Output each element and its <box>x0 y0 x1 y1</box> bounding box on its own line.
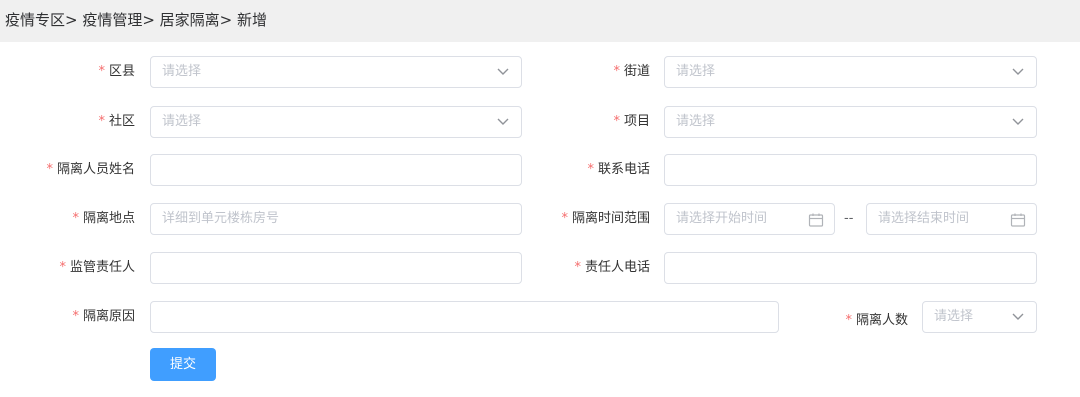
chevron-down-icon <box>1012 313 1024 321</box>
location-label-text: 隔离地点 <box>82 211 135 226</box>
chevron-down-icon <box>497 68 509 76</box>
required-mark: * <box>561 211 568 226</box>
reason-label-text: 隔离原因 <box>82 309 135 324</box>
project-select[interactable]: 请选择 <box>664 106 1037 138</box>
district-label-text: 区县 <box>108 64 135 79</box>
time-range-label: * 隔离时间范围 <box>561 203 650 235</box>
person-name-label-text: 隔离人员姓名 <box>56 162 135 177</box>
project-label-text: 项目 <box>623 114 650 129</box>
breadcrumb-bar: 疫情专区> 疫情管理> 居家隔离> 新增 <box>0 0 1080 42</box>
required-mark: * <box>574 260 581 275</box>
community-placeholder: 请选择 <box>162 114 202 129</box>
required-mark: * <box>98 114 105 129</box>
chevron-down-icon <box>497 118 509 126</box>
required-mark: * <box>613 64 620 79</box>
street-select[interactable]: 请选择 <box>664 56 1037 88</box>
district-placeholder: 请选择 <box>162 64 202 79</box>
required-mark: * <box>587 162 594 177</box>
start-time-picker[interactable]: 请选择开始时间 <box>664 203 835 235</box>
chevron-down-icon <box>1012 68 1024 76</box>
person-count-label-text: 隔离人数 <box>855 313 908 328</box>
submit-button[interactable]: 提交 <box>150 348 216 381</box>
phone-label-text: 联系电话 <box>597 162 650 177</box>
project-placeholder: 请选择 <box>676 114 716 129</box>
person-count-select[interactable]: 请选择 <box>922 301 1037 333</box>
community-select[interactable]: 请选择 <box>150 106 522 138</box>
page: 疫情专区> 疫情管理> 居家隔离> 新增 * 区县 请选择 * 街道 请选择 * 社区… <box>0 0 1080 397</box>
person-name-input[interactable] <box>150 154 522 186</box>
district-select[interactable]: 请选择 <box>150 56 522 88</box>
person-count-placeholder: 请选择 <box>934 309 974 324</box>
start-time-placeholder: 请选择开始时间 <box>676 211 768 226</box>
supervisor-phone-input[interactable] <box>664 252 1037 284</box>
breadcrumb: 疫情专区> 疫情管理> 居家隔离> 新增 <box>5 11 268 29</box>
phone-input[interactable] <box>664 154 1037 186</box>
end-time-placeholder: 请选择结束时间 <box>878 211 970 226</box>
required-mark: * <box>46 162 53 177</box>
required-mark: * <box>613 114 620 129</box>
calendar-icon <box>808 212 824 228</box>
phone-label: * 联系电话 <box>587 154 650 186</box>
community-label: * 社区 <box>98 106 135 138</box>
person-name-label: * 隔离人员姓名 <box>46 154 135 186</box>
project-label: * 项目 <box>613 106 650 138</box>
person-count-label: * 隔离人数 <box>845 305 908 337</box>
street-label-text: 街道 <box>623 64 650 79</box>
supervisor-input[interactable] <box>150 252 522 284</box>
community-label-text: 社区 <box>108 114 135 129</box>
supervisor-label-text: 监管责任人 <box>69 260 135 275</box>
required-mark: * <box>98 64 105 79</box>
range-separator: -- <box>844 211 854 226</box>
reason-input[interactable] <box>150 301 779 333</box>
end-time-picker[interactable]: 请选择结束时间 <box>866 203 1037 235</box>
location-input[interactable]: 详细到单元楼栋房号 <box>150 203 522 235</box>
time-range-label-text: 隔离时间范围 <box>571 211 650 226</box>
chevron-down-icon <box>1012 118 1024 126</box>
required-mark: * <box>72 309 79 324</box>
calendar-icon <box>1010 212 1026 228</box>
street-placeholder: 请选择 <box>676 64 716 79</box>
required-mark: * <box>72 211 79 226</box>
required-mark: * <box>59 260 66 275</box>
supervisor-phone-label: * 责任人电话 <box>574 252 650 284</box>
reason-label: * 隔离原因 <box>72 301 135 333</box>
location-placeholder: 详细到单元楼栋房号 <box>162 211 280 226</box>
supervisor-label: * 监管责任人 <box>59 252 135 284</box>
location-label: * 隔离地点 <box>72 203 135 235</box>
supervisor-phone-label-text: 责任人电话 <box>584 260 650 275</box>
required-mark: * <box>845 313 852 328</box>
street-label: * 街道 <box>613 56 650 88</box>
district-label: * 区县 <box>98 56 135 88</box>
